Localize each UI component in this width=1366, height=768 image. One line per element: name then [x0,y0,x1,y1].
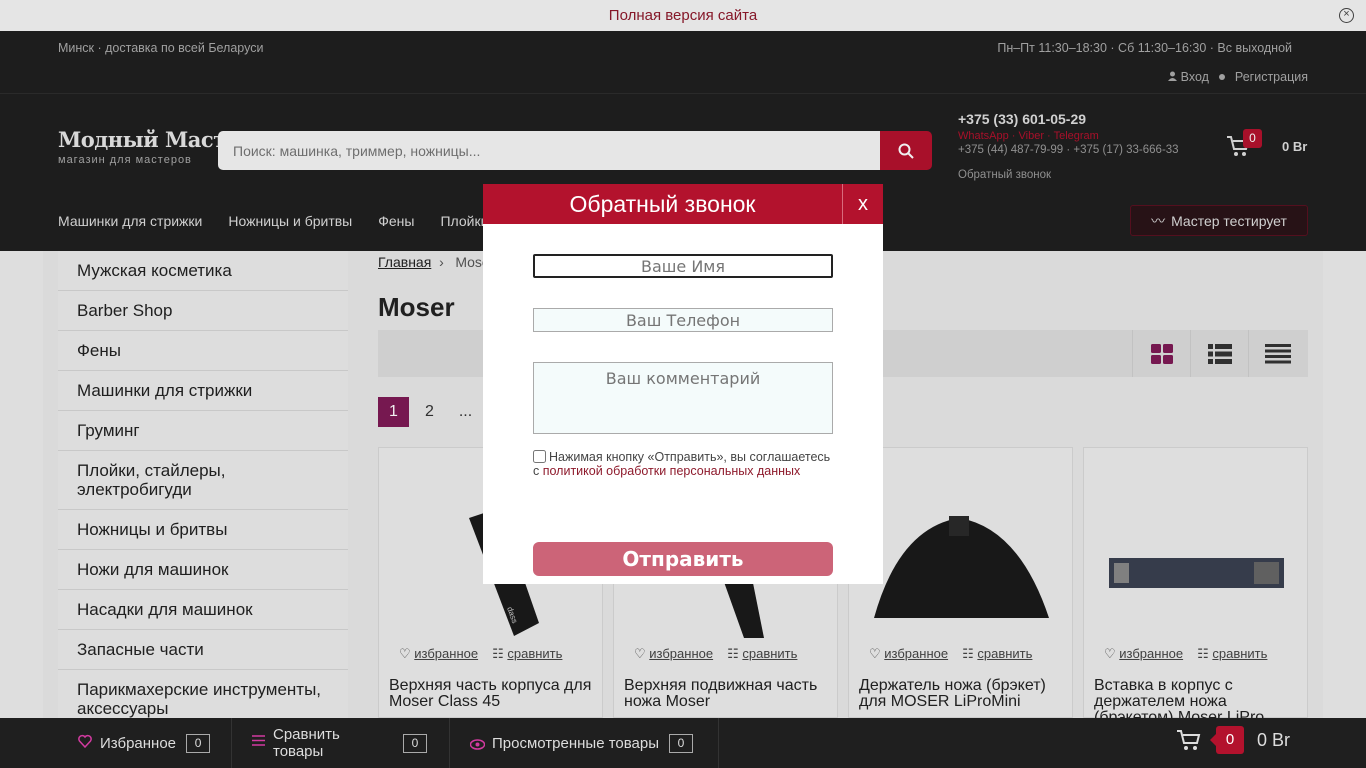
compare-panel-button[interactable]: Сравнить товары 0 [232,718,450,768]
favorites-panel-button[interactable]: Избранное 0 [0,718,232,768]
modal-title: Обратный звонок [569,190,756,217]
callback-modal: Обратный звонок x Нажимая кнопку «Отправ… [483,184,883,584]
modal-header: Обратный звонок x [483,184,883,224]
compare-label: Сравнить товары [273,726,340,760]
bottom-cart-count: 0 [1209,726,1244,754]
favorites-label: Избранное [100,734,177,752]
bottom-cart-sum: 0 Br [1256,729,1290,750]
favorites-count: 0 [186,733,211,753]
consent-block: Нажимая кнопку «Отправить», вы соглашает… [533,450,833,478]
submit-button[interactable]: Отправить [533,542,833,576]
eye-icon [469,737,486,754]
bottom-cart-button[interactable]: 0 0 Br [1176,726,1290,754]
privacy-policy-link[interactable]: политикой обработки персональных данных [543,464,801,478]
viewed-label: Просмотренные товары [492,734,660,752]
viewed-count: 0 [669,733,694,753]
cart-icon [1176,730,1201,750]
heart-icon [78,734,92,752]
comment-field[interactable] [533,362,833,434]
name-field[interactable] [533,254,833,278]
compare-count: 0 [403,733,427,753]
consent-checkbox[interactable] [533,450,546,463]
modal-close-button[interactable]: x [842,184,883,224]
viewed-panel-button[interactable]: Просмотренные товары 0 [450,718,719,768]
sliders-icon [252,734,265,751]
bottom-toolbar: Избранное 0 Сравнить товары 0 Просмотрен… [0,718,1366,768]
phone-field[interactable] [533,308,833,332]
